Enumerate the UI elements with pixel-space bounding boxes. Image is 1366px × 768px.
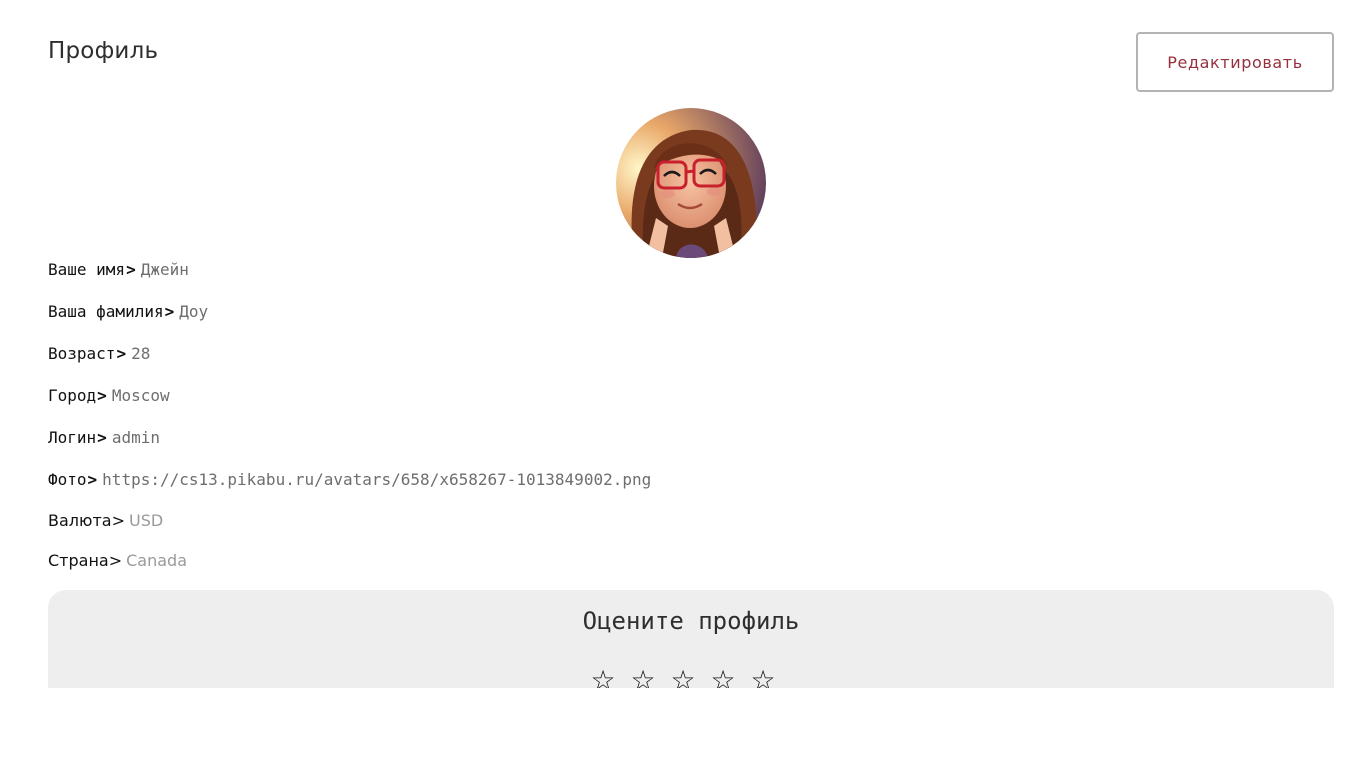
field-label: Город [48, 386, 97, 405]
field-value: Доу [179, 302, 209, 321]
avatar [616, 108, 766, 258]
profile-field-currency: Валюта> USD [48, 511, 163, 530]
field-value: USD [129, 511, 164, 530]
field-value: Moscow [111, 386, 170, 405]
star-3-icon[interactable]: ☆ [668, 666, 698, 689]
profile-field-first-name: Ваше имя> Джейн [48, 260, 189, 279]
field-separator: > [108, 551, 123, 570]
field-separator: > [126, 260, 136, 279]
field-label: Логин [48, 428, 97, 447]
field-label: Ваша фамилия [48, 302, 164, 321]
rating-title: Оцените профиль [582, 607, 800, 635]
field-value: 28 [131, 344, 151, 363]
star-2-icon[interactable]: ☆ [628, 666, 658, 689]
profile-field-login: Логин> admin [48, 428, 160, 447]
field-separator: > [116, 344, 127, 363]
field-separator: > [97, 386, 107, 405]
page-title: Профиль [48, 38, 159, 64]
avatar-image [616, 108, 766, 258]
profile-field-photo: Фото> https://cs13.pikabu.ru/avatars/658/… [48, 470, 651, 489]
field-label: Фото [48, 470, 87, 489]
field-value: https://cs13.pikabu.ru/avatars/658/x6582… [102, 470, 652, 489]
star-5-icon[interactable]: ☆ [748, 666, 778, 689]
profile-field-country: Страна> Canada [48, 551, 187, 570]
star-4-icon[interactable]: ☆ [708, 666, 738, 689]
profile-field-last-name: Ваша фамилия> Доу [48, 302, 208, 321]
profile-field-age: Возраст> 28 [48, 344, 150, 363]
field-label: Страна [48, 551, 109, 570]
field-value: Canada [126, 551, 188, 570]
field-separator: > [111, 511, 126, 530]
field-value: Джейн [140, 260, 189, 279]
edit-button[interactable]: Редактировать [1136, 32, 1334, 92]
field-separator: > [87, 470, 98, 489]
field-label: Валюта [48, 511, 112, 530]
field-separator: > [97, 428, 107, 447]
star-1-icon[interactable]: ☆ [588, 666, 618, 689]
field-label: Ваше имя [48, 260, 126, 279]
field-label: Возраст [48, 344, 116, 363]
profile-field-city: Город> Moscow [48, 386, 170, 405]
field-separator: > [164, 302, 175, 321]
rating-panel: Оцените профиль ☆ ☆ ☆ ☆ ☆ [48, 590, 1334, 688]
field-value: admin [111, 428, 160, 447]
